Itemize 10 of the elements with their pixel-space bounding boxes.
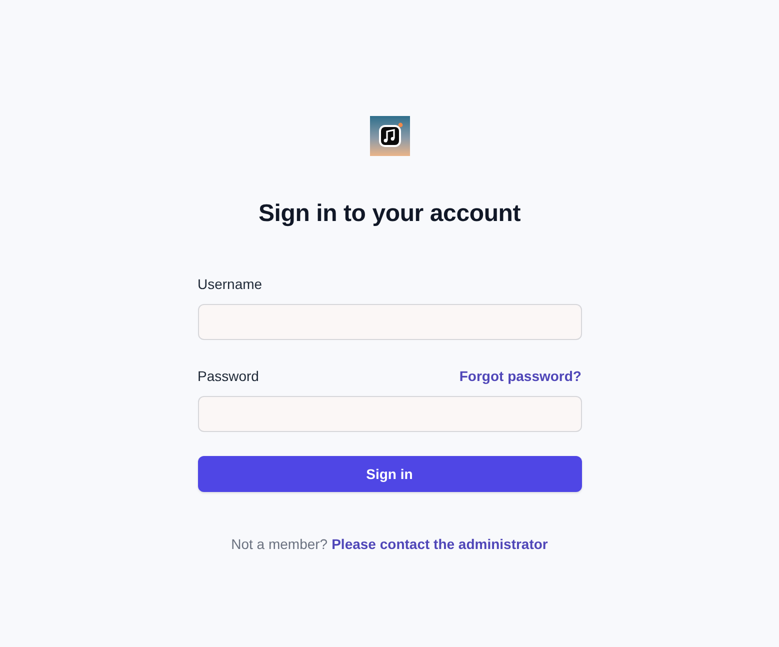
- input-field[interactable]: [198, 304, 582, 340]
- contact-admin-link[interactable]: Please contact the administrator: [332, 534, 548, 554]
- sign-in-button[interactable]: Sign in: [198, 456, 582, 492]
- field-label: Password: [198, 367, 259, 386]
- page-title: Sign in to your account: [258, 199, 521, 229]
- signup-prompt-text: Not a member?: [231, 535, 328, 554]
- field-label: Username: [198, 275, 262, 294]
- input-field[interactable]: [198, 396, 582, 432]
- forgot-password-link[interactable]: Forgot password?: [459, 366, 582, 386]
- music-note-logo-icon: [370, 116, 410, 156]
